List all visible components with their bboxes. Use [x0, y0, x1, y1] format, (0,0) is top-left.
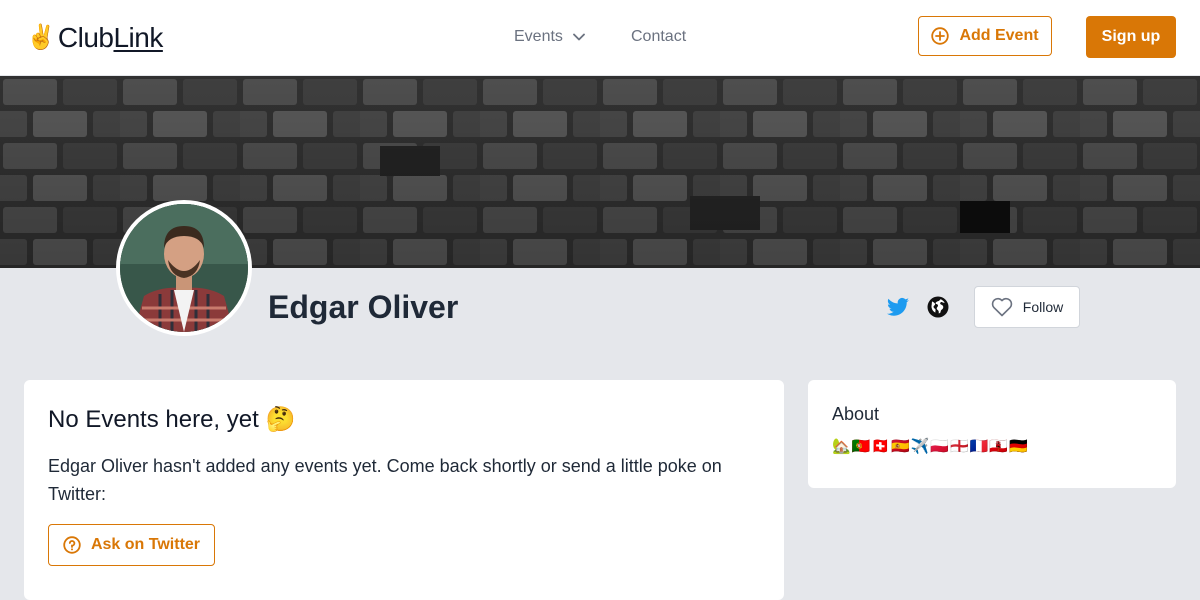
events-card: No Events here, yet 🤔 Edgar Oliver hasn'…	[24, 380, 784, 600]
globe-icon[interactable]	[926, 295, 950, 319]
plus-circle-icon	[931, 27, 950, 45]
logo-text-link: Link	[113, 22, 163, 53]
about-title: About	[832, 404, 880, 424]
nav-events-dropdown[interactable]: Events	[514, 26, 585, 48]
add-event-label: Add Event	[959, 27, 1039, 44]
events-empty-description: Edgar Oliver hasn't added any events yet…	[48, 456, 722, 504]
add-event-button[interactable]: Add Event	[918, 16, 1052, 56]
question-circle-icon	[63, 536, 81, 554]
logo-text: ClubLink	[58, 22, 163, 54]
top-navbar: ✌️ ClubLink Events Contact Add Event Sig…	[0, 0, 1200, 76]
profile-name: Edgar Oliver	[268, 289, 459, 325]
nav-events-label: Events	[514, 28, 563, 45]
chevron-down-icon	[573, 33, 585, 41]
sign-up-button[interactable]: Sign up	[1086, 16, 1176, 58]
nav-contact-link[interactable]: Contact	[631, 26, 686, 48]
about-bio: 🏡🇵🇹🇨🇭🇪🇸✈️🇵🇱🏴󠁧󠁢󠁥󠁮󠁧󠁿🇫🇷🇬🇮🇩🇪	[832, 438, 1029, 455]
follow-label: Follow	[1022, 299, 1064, 315]
events-empty-title: No Events here, yet 🤔	[48, 406, 296, 433]
follow-button[interactable]: Follow	[974, 286, 1080, 328]
profile-avatar	[116, 200, 252, 336]
heart-icon	[991, 297, 1012, 317]
logo-text-club: Club	[57, 22, 114, 53]
about-card: About 🏡🇵🇹🇨🇭🇪🇸✈️🇵🇱🏴󠁧󠁢󠁥󠁮󠁧󠁿🇫🇷🇬🇮🇩🇪	[808, 380, 1176, 488]
ask-on-twitter-label: Ask on Twitter	[90, 536, 201, 553]
ask-on-twitter-button[interactable]: Ask on Twitter	[48, 524, 215, 566]
avatar-photo	[120, 204, 248, 332]
clublink-logo[interactable]: ✌️ ClubLink	[26, 20, 163, 56]
twitter-icon[interactable]	[886, 295, 910, 319]
victory-hand-icon: ✌️	[26, 24, 56, 51]
